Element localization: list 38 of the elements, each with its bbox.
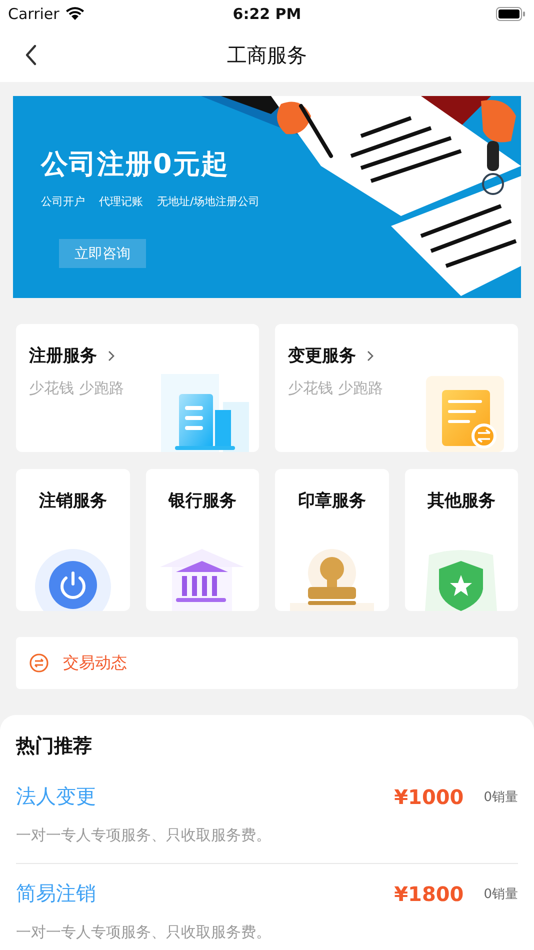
service-card[interactable]: 注销服务 (16, 469, 130, 611)
service-subtitle: 少花钱 少跑路 (288, 379, 384, 398)
wifi-icon (65, 7, 86, 21)
product-description: 一对一专人专项服务、只收取服务费。 (16, 826, 272, 846)
service-title: 银行服务 (168, 490, 236, 512)
chevron-right-icon (366, 350, 374, 362)
service-card[interactable]: 注册服务 少花钱 少跑路 (16, 324, 259, 452)
exchange-icon (29, 653, 49, 673)
banner-tag: 无地址/场地注册公司 (157, 194, 260, 209)
service-title: 其他服务 (427, 490, 496, 512)
power-icon (34, 549, 111, 611)
carrier-name: Carrier (8, 5, 60, 23)
product-description: 一对一专人专项服务、只收取服务费。 (16, 923, 272, 942)
service-card[interactable]: 印章服务 (275, 469, 388, 611)
service-title: 印章服务 (298, 490, 366, 512)
product-price: ¥1800 (394, 882, 464, 906)
chevron-right-icon (107, 350, 115, 362)
building-icon (161, 374, 251, 452)
service-card[interactable]: 银行服务 (146, 469, 259, 611)
bank-icon (160, 549, 244, 611)
product-price: ¥1000 (394, 784, 464, 808)
service-card[interactable]: 其他服务 (404, 469, 518, 611)
service-title: 变更服务 (288, 345, 356, 367)
section-title: 热门推荐 (16, 734, 93, 759)
page-title: 工商服务 (227, 42, 307, 68)
banner-tag: 代理记账 (99, 194, 143, 209)
stamp-icon (290, 549, 374, 611)
sales-count: 0销量 (484, 788, 518, 806)
banner-tag: 公司开户 (41, 194, 85, 209)
battery-icon (496, 7, 526, 21)
service-card[interactable]: 变更服务 少花钱 少跑路 (275, 324, 518, 452)
sales-count: 0销量 (484, 886, 518, 902)
banner-headline: 公司注册0元起 (41, 148, 229, 182)
trade-news-label: 交易动态 (63, 652, 127, 674)
service-title: 注册服务 (29, 345, 97, 367)
status-time: 6:22 PM (232, 5, 302, 23)
service-title: 注销服务 (38, 490, 107, 512)
service-subtitle: 少花钱 少跑路 (29, 379, 125, 398)
